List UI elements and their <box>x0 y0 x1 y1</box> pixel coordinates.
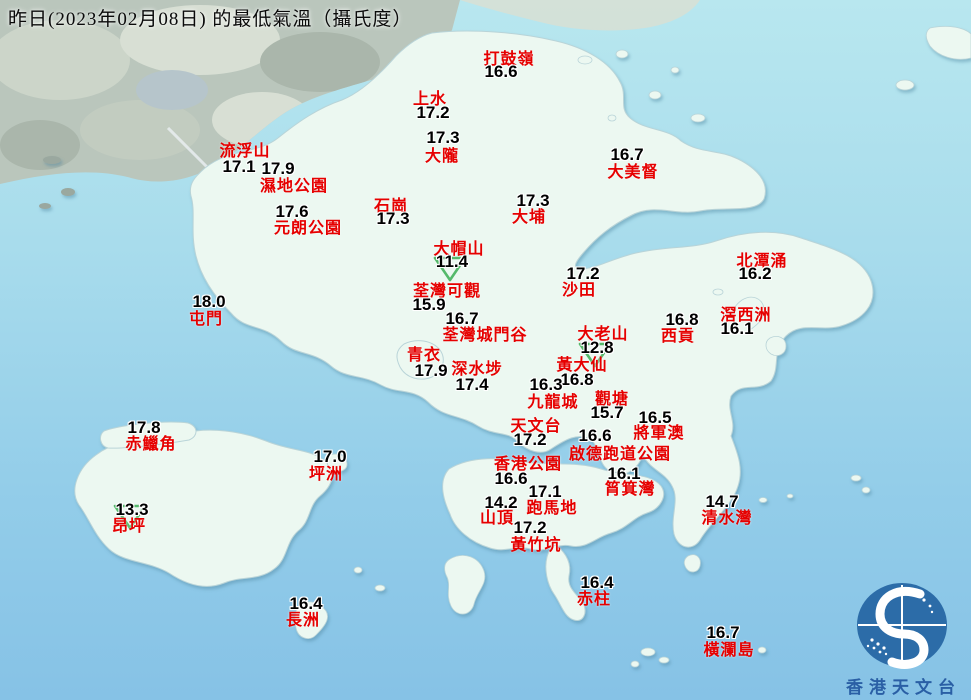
station-temp: 16.4 <box>289 594 323 613</box>
station-temp: 17.9 <box>414 361 448 380</box>
station-temp: 18.0 <box>192 292 226 311</box>
station-temp: 17.8 <box>127 418 161 437</box>
station-temp: 16.3 <box>529 375 563 394</box>
station-temp: 17.3 <box>516 191 550 210</box>
station-temp: 17.9 <box>261 159 295 178</box>
station-temp: 11.4 <box>435 252 469 271</box>
station-temp: 16.6 <box>578 426 612 445</box>
station-temp: 17.2 <box>416 103 450 122</box>
station-temp: 16.7 <box>706 623 740 642</box>
station-temp: 16.7 <box>445 309 479 328</box>
station-temp: 15.9 <box>412 295 446 314</box>
station-temp: 16.2 <box>738 264 772 283</box>
station-temp: 17.2 <box>513 430 547 449</box>
station-temp: 16.1 <box>607 464 641 483</box>
hko-logo-icon <box>857 583 947 669</box>
station-temp: 17.1 <box>528 482 562 501</box>
station-temp: 12.8 <box>580 338 614 357</box>
port-shelter-islet <box>765 336 787 356</box>
station-temp: 17.3 <box>376 209 410 228</box>
station-temp: 17.4 <box>455 375 489 394</box>
station-temp: 16.8 <box>665 310 699 329</box>
station-temp: 16.1 <box>720 319 754 338</box>
station-temp: 16.6 <box>484 62 518 81</box>
station-temp: 17.6 <box>275 202 309 221</box>
hko-logo: 香港天文台 HONG KONG OBSERVATORY <box>836 578 971 700</box>
station-temp: 16.4 <box>580 573 614 592</box>
station-temp: 13.3 <box>115 500 149 519</box>
station-temp: 14.2 <box>484 493 518 512</box>
station-temp: 16.7 <box>610 145 644 164</box>
page-title: 昨日(2023年02月08日) 的最低氣溫（攝氏度） <box>8 9 413 30</box>
station-temp: 16.5 <box>638 408 672 427</box>
tung-lung-islet <box>683 554 701 573</box>
station-temp: 15.7 <box>590 403 624 422</box>
station-temp: 14.7 <box>705 492 739 511</box>
station-temp: 16.8 <box>560 370 594 389</box>
station-temp: 17.3 <box>426 128 460 147</box>
station-temp: 17.1 <box>222 157 256 176</box>
min-temperature-map: 昨日(2023年02月08日) 的最低氣溫（攝氏度） 16.6 打鼓嶺 17.2 上水… <box>0 0 971 700</box>
station-temp: 17.0 <box>313 447 347 466</box>
station-temp: 17.2 <box>566 264 600 283</box>
hong-kong-map <box>0 0 971 700</box>
station-temp: 16.6 <box>494 469 528 488</box>
station-temp: 17.2 <box>513 518 547 537</box>
hko-logo-name-zh: 香港天文台 <box>846 678 961 697</box>
